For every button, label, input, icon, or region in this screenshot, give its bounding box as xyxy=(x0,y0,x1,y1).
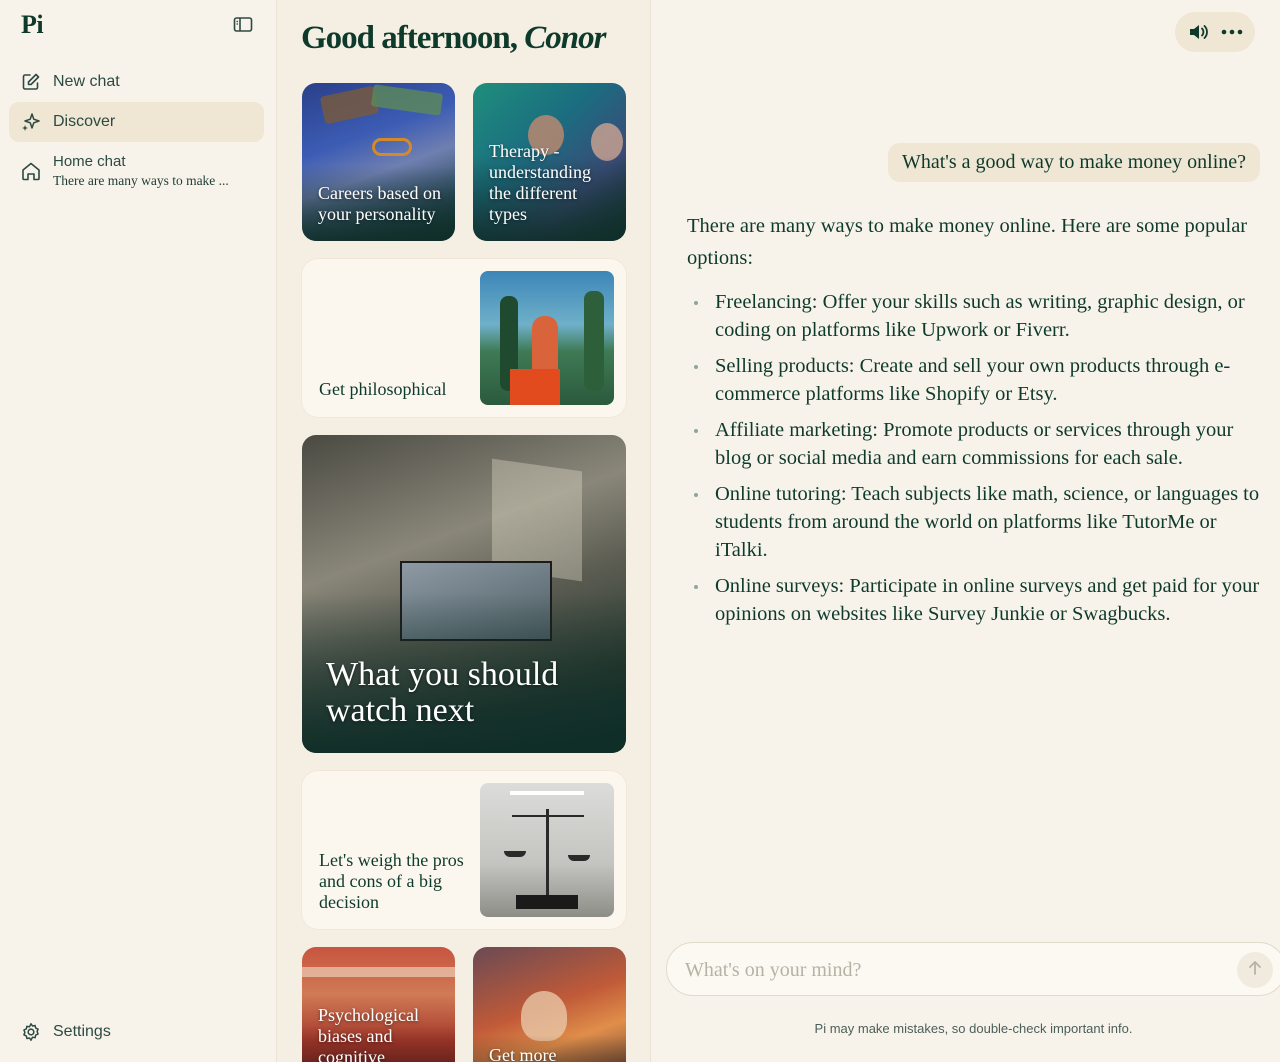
discover-card-therapy[interactable]: Therapy - understanding the different ty… xyxy=(473,83,626,241)
scales-image xyxy=(480,783,614,917)
top-actions xyxy=(1175,12,1255,52)
discover-panel: Good afternoon, Conor Careers based on y… xyxy=(277,0,651,1062)
discover-card-philosophical[interactable]: Get philosophical xyxy=(302,259,626,417)
discover-card-watch-next[interactable]: What you should watch next xyxy=(302,435,626,753)
sparkle-icon xyxy=(9,111,53,133)
sidebar-toggle-icon[interactable] xyxy=(233,16,255,36)
settings-button[interactable]: Settings xyxy=(9,1012,264,1052)
card-label: Psychological biases and cognitive xyxy=(318,1005,419,1062)
list-item: Selling products: Create and sell your o… xyxy=(687,352,1265,408)
greeting-heading: Good afternoon, Conor xyxy=(301,20,606,57)
ai-message: There are many ways to make money online… xyxy=(687,210,1265,636)
discover-card-pros-cons[interactable]: Let's weigh the pros and cons of a big d… xyxy=(302,771,626,929)
discover-card-get-more[interactable]: Get more xyxy=(473,947,626,1062)
message-composer xyxy=(666,942,1280,996)
pi-logo[interactable]: Pi xyxy=(21,10,44,40)
list-item: Online tutoring: Teach subjects like mat… xyxy=(687,480,1265,564)
edit-icon xyxy=(9,72,53,92)
send-button[interactable] xyxy=(1237,952,1273,988)
greeting-prefix: Good afternoon, xyxy=(301,20,525,56)
more-options-icon[interactable] xyxy=(1221,29,1243,35)
list-item: Freelancing: Offer your skills such as w… xyxy=(687,288,1265,344)
ai-list: Freelancing: Offer your skills such as w… xyxy=(687,288,1265,628)
philosophy-image xyxy=(480,271,614,405)
gear-icon xyxy=(9,1022,53,1042)
chat-panel: What's a good way to make money online? … xyxy=(651,0,1280,1062)
sidebar: Pi New chat Discover Home chat There are… xyxy=(0,0,277,1062)
new-chat-button[interactable]: New chat xyxy=(9,62,264,102)
discover-label: Discover xyxy=(53,113,116,130)
discover-card-careers[interactable]: Careers based on your personality xyxy=(302,83,455,241)
card-label: Therapy - understanding the different ty… xyxy=(489,141,591,224)
home-chat-preview: There are many ways to make ... xyxy=(53,173,229,188)
home-icon xyxy=(9,160,53,182)
list-item: Affiliate marketing: Promote products or… xyxy=(687,416,1265,472)
card-label: Careers based on your personality xyxy=(318,183,441,224)
discover-card-biases[interactable]: Psychological biases and cognitive xyxy=(302,947,455,1062)
settings-label: Settings xyxy=(53,1023,111,1040)
new-chat-label: New chat xyxy=(53,73,120,90)
speaker-icon[interactable] xyxy=(1187,22,1209,42)
disclaimer-text: Pi may make mistakes, so double-check im… xyxy=(814,1021,1133,1036)
home-chat-item[interactable]: Home chat There are many ways to make ..… xyxy=(9,145,264,197)
arrow-up-icon xyxy=(1248,960,1262,981)
greeting-name: Conor xyxy=(524,20,606,56)
home-chat-title: Home chat xyxy=(53,153,126,170)
card-label: Get philosophical xyxy=(319,379,447,399)
card-label: Get more xyxy=(489,1045,557,1062)
card-label: What you should watch next xyxy=(326,656,559,729)
ai-intro: There are many ways to make money online… xyxy=(687,215,1248,269)
message-input[interactable] xyxy=(685,953,1225,987)
discover-button[interactable]: Discover xyxy=(9,102,264,142)
card-label: Let's weigh the pros and cons of a big d… xyxy=(319,850,464,912)
list-item: Online surveys: Participate in online su… xyxy=(687,572,1265,628)
user-message: What's a good way to make money online? xyxy=(887,143,1260,182)
